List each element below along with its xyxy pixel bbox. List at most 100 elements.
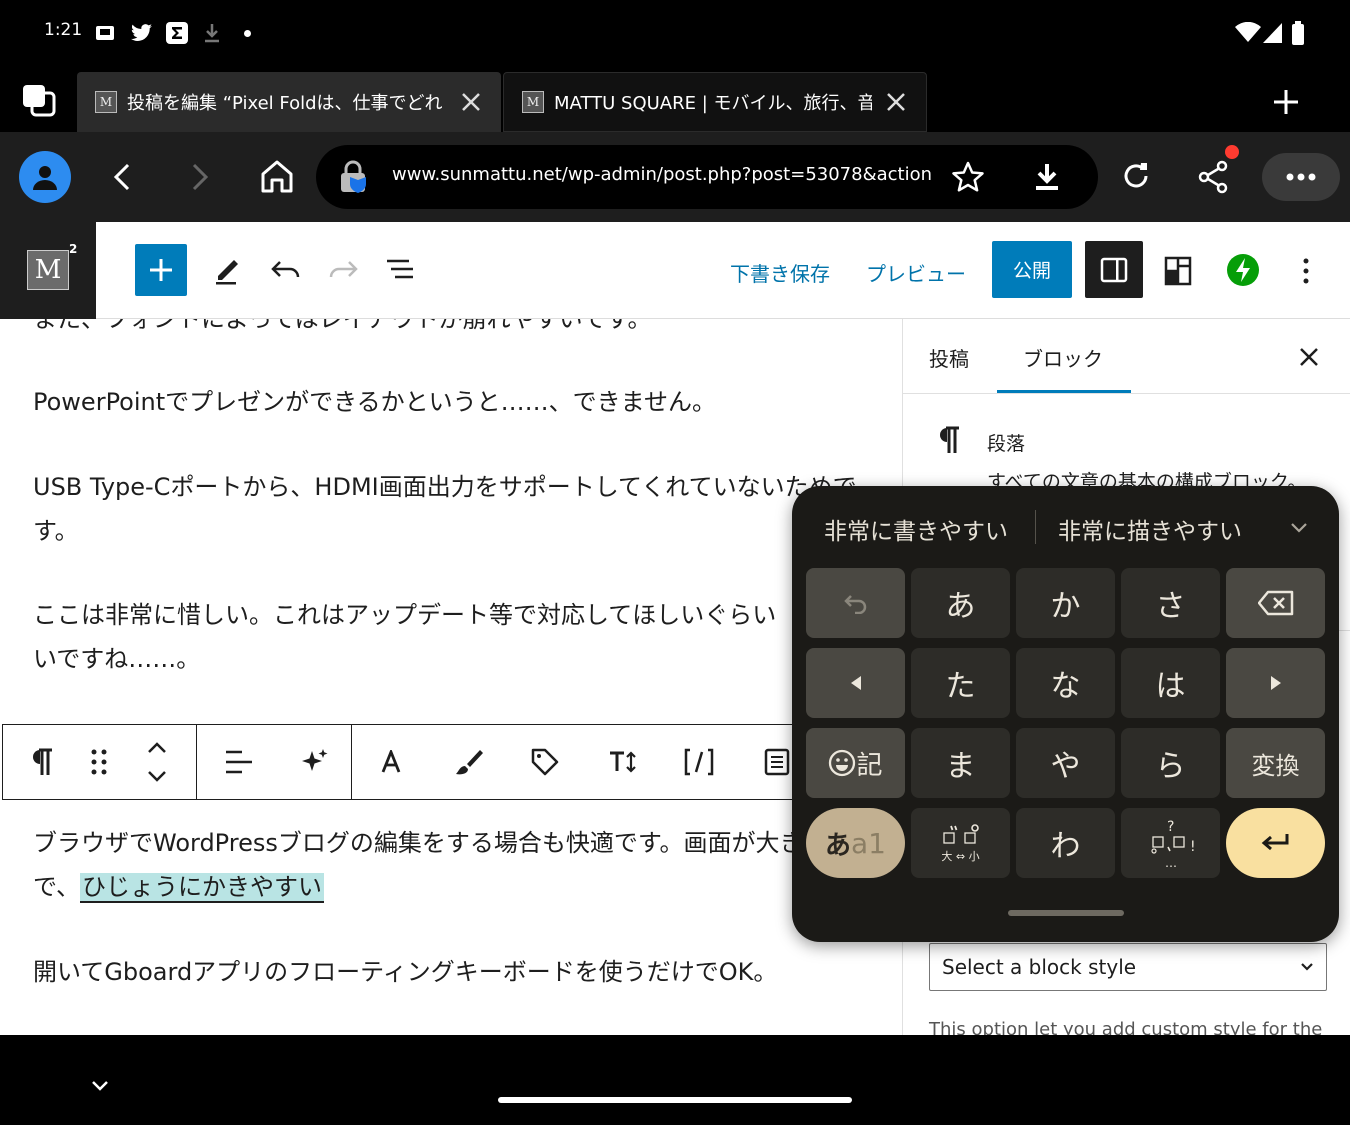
share-notification-dot bbox=[1225, 145, 1239, 159]
paragraph-block[interactable]: 開いてGboardアプリのフローティングキーボードを使うだけでOK。 bbox=[33, 950, 893, 994]
key-enter[interactable] bbox=[1226, 808, 1325, 878]
text-color-icon[interactable] bbox=[363, 725, 419, 799]
key-emoji-symbols[interactable]: 記 bbox=[806, 728, 905, 798]
dakuten-sublabel: 大 ⇔ 小 bbox=[941, 849, 980, 863]
ai-sparkle-icon[interactable] bbox=[285, 725, 345, 799]
document-overview-icon[interactable] bbox=[385, 256, 417, 284]
jetpack-boost-icon[interactable] bbox=[1225, 252, 1261, 288]
refresh-icon[interactable] bbox=[1120, 160, 1152, 192]
align-icon[interactable] bbox=[209, 725, 269, 799]
person-icon bbox=[33, 166, 57, 190]
paragraph-block[interactable]: USB Type-Cポートから、HDMI画面出力をサポートしてくれていないためで… bbox=[33, 465, 893, 553]
key-kana[interactable]: や bbox=[1016, 728, 1115, 798]
block-style-select[interactable]: Select a block style bbox=[929, 943, 1327, 991]
favorite-star-icon[interactable] bbox=[952, 161, 984, 193]
tab-switcher-icon[interactable] bbox=[20, 82, 58, 118]
paragraph-icon[interactable] bbox=[13, 725, 69, 799]
key-convert[interactable]: 変換 bbox=[1226, 728, 1325, 798]
browser-tab[interactable]: M MATTU SQUARE | モバイル、旅行、音 bbox=[503, 72, 927, 132]
paragraph-block[interactable]: PowerPointでプレゼンができるかというと……、できません。 bbox=[33, 380, 893, 424]
paragraph-block[interactable]: また、フォントによってはレイアウトが崩れやすいです。 bbox=[33, 319, 893, 341]
key-kana[interactable]: ま bbox=[911, 728, 1010, 798]
hide-keyboard-chevron-icon[interactable] bbox=[90, 1079, 110, 1093]
tab-close-icon[interactable] bbox=[884, 90, 908, 114]
paragraph-line: す。 bbox=[33, 517, 79, 545]
mode-label-kana: あ bbox=[825, 830, 852, 861]
settings-toggle-button[interactable] bbox=[1085, 241, 1143, 298]
tag-icon[interactable] bbox=[515, 725, 575, 799]
url-text[interactable]: www.sunmattu.net/wp-admin/post.php?post=… bbox=[392, 164, 932, 185]
browser-menu-button[interactable] bbox=[1262, 153, 1340, 201]
font-size-icon[interactable] bbox=[593, 725, 653, 799]
key-backspace[interactable] bbox=[1226, 568, 1325, 638]
key-kana[interactable]: さ bbox=[1121, 568, 1220, 638]
browser-tab-strip: M 投稿を編集 “Pixel Foldは、仕事でどれ M MATTU SQUAR… bbox=[0, 66, 1350, 132]
key-kana[interactable]: は bbox=[1121, 648, 1220, 718]
key-punctuation[interactable]: ?!… bbox=[1121, 808, 1220, 878]
editor-canvas[interactable]: また、フォントによってはレイアウトが崩れやすいです。 PowerPointでプレ… bbox=[0, 319, 902, 1035]
new-tab-icon[interactable] bbox=[1272, 88, 1300, 116]
address-bar[interactable]: www.sunmattu.net/wp-admin/post.php?post=… bbox=[316, 145, 1098, 209]
shortcode-icon[interactable] bbox=[669, 725, 729, 799]
key-cursor-left[interactable] bbox=[806, 648, 905, 718]
key-kana[interactable]: ら bbox=[1121, 728, 1220, 798]
svg-text:…: … bbox=[1165, 856, 1177, 870]
more-dots-icon bbox=[1286, 173, 1316, 181]
battery-icon bbox=[1292, 21, 1304, 45]
wifi-icon bbox=[1235, 22, 1261, 42]
paragraph-block-selected[interactable]: ブラウザでWordPressブログの編集をする場合も快適です。画面が大きい で、… bbox=[33, 821, 893, 909]
plus-icon bbox=[150, 259, 172, 281]
move-up-down-icon[interactable] bbox=[131, 725, 183, 799]
suggestion-chip[interactable]: 非常に書きやすい bbox=[824, 512, 1008, 546]
undo-icon[interactable] bbox=[270, 256, 302, 284]
text-selection-highlight[interactable]: ひじょうにかきやすい bbox=[80, 873, 325, 903]
paragraph-block[interactable]: ここは非常に惜しい。これはアップデート等で対応してほしいぐらい いですね……。 bbox=[33, 593, 893, 681]
expand-suggestions-icon[interactable] bbox=[1290, 522, 1308, 534]
options-kebab-icon[interactable] bbox=[1300, 256, 1312, 286]
toolbar-separator bbox=[351, 725, 352, 799]
editor-toolbar: M 2 下書き保存 プレビュー 公開 bbox=[0, 222, 1350, 319]
lock-icon[interactable] bbox=[338, 160, 370, 194]
suggestion-chip[interactable]: 非常に描きやすい bbox=[1058, 512, 1242, 546]
key-undo[interactable] bbox=[806, 568, 905, 638]
key-dakuten[interactable]: 大 ⇔ 小 bbox=[911, 808, 1010, 878]
site-logo[interactable]: M 2 bbox=[0, 222, 96, 319]
key-kana[interactable]: た bbox=[911, 648, 1010, 718]
more-notifications-dot bbox=[244, 30, 251, 37]
close-sidebar-icon[interactable] bbox=[1299, 347, 1319, 367]
status-bar: 1:21 bbox=[0, 0, 1350, 66]
save-draft-button[interactable]: 下書き保存 bbox=[730, 258, 830, 287]
key-input-mode[interactable]: あ a1 bbox=[806, 808, 905, 878]
tab-block[interactable]: ブロック bbox=[1023, 343, 1103, 372]
tab-post[interactable]: 投稿 bbox=[929, 343, 969, 372]
keyboard-drag-handle[interactable] bbox=[1008, 910, 1124, 916]
key-kana[interactable]: あ bbox=[911, 568, 1010, 638]
share-icon[interactable] bbox=[1196, 158, 1230, 194]
tools-pencil-icon[interactable] bbox=[212, 252, 244, 286]
home-icon[interactable] bbox=[258, 158, 296, 194]
toolbar-separator bbox=[196, 725, 197, 799]
drag-handle-icon[interactable] bbox=[73, 725, 125, 799]
forward-icon[interactable] bbox=[186, 162, 212, 192]
highlight-brush-icon[interactable] bbox=[439, 725, 499, 799]
download-icon[interactable] bbox=[1032, 161, 1062, 193]
key-kana[interactable]: か bbox=[1016, 568, 1115, 638]
add-block-button[interactable] bbox=[135, 244, 187, 296]
preview-button[interactable]: プレビュー bbox=[866, 258, 966, 287]
home-gesture-bar[interactable] bbox=[498, 1097, 852, 1103]
redo-icon[interactable] bbox=[327, 256, 359, 284]
tab-close-icon[interactable] bbox=[459, 90, 483, 114]
key-kana[interactable]: な bbox=[1016, 648, 1115, 718]
patterns-grid-icon[interactable] bbox=[1164, 256, 1192, 286]
back-icon[interactable] bbox=[110, 162, 136, 192]
key-kana[interactable]: わ bbox=[1016, 808, 1115, 878]
paragraph-line: USB Type-Cポートから、HDMI画面出力をサポートしてくれていないためで bbox=[33, 473, 857, 501]
publish-button[interactable]: 公開 bbox=[992, 241, 1072, 298]
block-toolbar bbox=[2, 724, 822, 800]
browser-tab-active[interactable]: M 投稿を編集 “Pixel Foldは、仕事でどれ bbox=[77, 72, 501, 132]
browser-toolbar: www.sunmattu.net/wp-admin/post.php?post=… bbox=[0, 132, 1350, 222]
profile-avatar[interactable] bbox=[19, 151, 71, 203]
key-cursor-right[interactable] bbox=[1226, 648, 1325, 718]
site-logo-mark: M bbox=[27, 250, 69, 290]
paragraph-block-icon bbox=[940, 426, 959, 453]
